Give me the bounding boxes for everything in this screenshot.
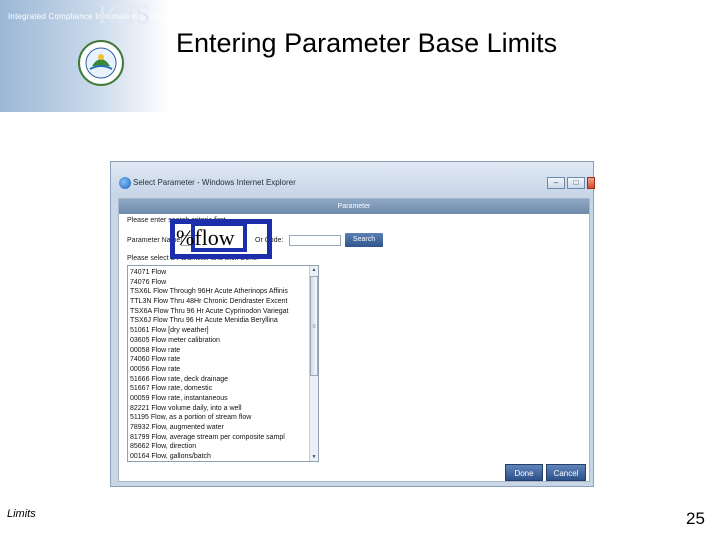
list-item[interactable]: 74060 Flow rate: [130, 355, 308, 365]
list-item[interactable]: 51666 Flow rate, deck drainage: [130, 375, 308, 385]
cancel-button[interactable]: Cancel: [546, 464, 586, 481]
scroll-down-icon[interactable]: ▼: [310, 453, 318, 461]
window-titlebar[interactable]: Select Parameter - Windows Internet Expl…: [111, 162, 595, 196]
page-number: 25: [686, 509, 705, 528]
list-item[interactable]: 81799 Flow, average stream per composite…: [130, 433, 308, 443]
close-button[interactable]: [587, 177, 595, 189]
select-parameter-window: Select Parameter - Windows Internet Expl…: [110, 161, 595, 487]
parameter-listbox[interactable]: 74071 Flow 74076 Flow TSX6L Flow Through 9…: [127, 265, 319, 462]
window-title: Select Parameter - Windows Internet Expl…: [133, 178, 296, 187]
list-item[interactable]: TSX6J Flow Thru 96 Hr Acute Menidia Bery…: [130, 316, 308, 326]
list-item[interactable]: 00059 Flow rate, instantaneous: [130, 394, 308, 404]
scroll-thumb[interactable]: ≡: [310, 276, 318, 376]
epa-seal-icon: [78, 40, 124, 86]
minimize-button[interactable]: –: [547, 177, 565, 189]
list-scrollbar[interactable]: ▲ ≡ ▼: [309, 266, 318, 461]
search-button[interactable]: Search: [345, 233, 383, 247]
list-item[interactable]: 00164 Flow, gallons/batch: [130, 452, 308, 461]
done-button[interactable]: Done: [505, 464, 543, 481]
list-item[interactable]: 51667 Flow rate, domestic: [130, 384, 308, 394]
parameter-header: Parameter: [119, 199, 589, 214]
scroll-up-icon[interactable]: ▲: [310, 266, 318, 274]
list-item[interactable]: 74071 Flow: [130, 268, 308, 278]
window-controls: – □: [547, 177, 595, 189]
brand-logo-text: ICIS: [98, 0, 152, 29]
list-item[interactable]: TSX6L Flow Through 96Hr Acute Atherinops…: [130, 287, 308, 297]
list-item[interactable]: TSX6A Flow Thru 96 Hr Acute Cyprinodon V…: [130, 307, 308, 317]
maximize-icon: □: [573, 178, 579, 187]
minimize-icon: –: [553, 178, 559, 187]
code-input[interactable]: [289, 235, 341, 246]
list-item[interactable]: 03605 Flow meter calibration: [130, 336, 308, 346]
ie-icon: [119, 177, 131, 189]
list-item[interactable]: 85662 Flow, direction: [130, 442, 308, 452]
list-item[interactable]: 78932 Flow, augmented water: [130, 423, 308, 433]
list-item[interactable]: 82221 Flow volume daily, into a well: [130, 404, 308, 414]
list-item[interactable]: 00056 Flow rate: [130, 365, 308, 375]
list-item[interactable]: TTL3N Flow Thru 48Hr Chronic Dendraster …: [130, 297, 308, 307]
list-item[interactable]: 51195 Flow, as a portion of stream flow: [130, 413, 308, 423]
list-item[interactable]: 51061 Flow [dry weather]: [130, 326, 308, 336]
footer-label: Limits: [7, 508, 36, 520]
parameter-list: 74071 Flow 74076 Flow TSX6L Flow Through 9…: [130, 268, 308, 461]
slide-title: Entering Parameter Base Limits: [176, 28, 558, 58]
list-item[interactable]: 00058 Flow rate: [130, 346, 308, 356]
callout-text: %flow: [176, 225, 235, 250]
list-item[interactable]: 74076 Flow: [130, 278, 308, 288]
maximize-button[interactable]: □: [567, 177, 585, 189]
